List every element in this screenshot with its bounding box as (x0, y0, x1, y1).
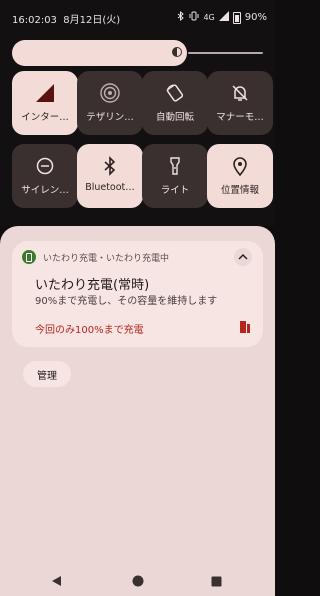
battery-percent: 90% (244, 12, 267, 23)
do-not-disturb-icon (12, 156, 78, 176)
tile-label: サイレン… (21, 185, 69, 196)
auto-rotate-icon (142, 83, 208, 103)
tile-label: インター… (21, 112, 69, 123)
battery-icon (232, 11, 241, 24)
notification-body: 90%まで充電し、その容量を維持します (35, 296, 218, 307)
location-icon (207, 156, 273, 176)
tile-label: マナーモ… (216, 112, 264, 123)
brightness-icon (172, 47, 182, 57)
tile-label: 位置情報 (220, 185, 259, 196)
navigation-bar (0, 560, 275, 596)
tile-location[interactable]: 位置情報 (207, 144, 273, 208)
brightness-slider[interactable] (12, 40, 187, 66)
tile-flashlight[interactable]: ライト (142, 144, 208, 208)
flashlight-icon (142, 156, 208, 176)
status-bar: 16:02:03 8月12日(火) 4G 90% (0, 0, 275, 34)
brightness-track[interactable] (188, 52, 263, 54)
recents-icon[interactable] (211, 572, 222, 591)
home-icon[interactable] (132, 572, 144, 591)
network-type: 4G (203, 13, 215, 22)
tile-label: テザリン… (86, 112, 134, 123)
bell-off-icon (207, 83, 273, 103)
bluetooth-icon (77, 156, 143, 176)
status-time: 16:02:03 (12, 15, 57, 26)
notification-app-line: いたわり充電・いたわり充電中 (43, 254, 170, 264)
tile-tethering[interactable]: テザリン… (77, 71, 143, 135)
tile-label: ライト (160, 185, 190, 196)
signal-icon (12, 83, 78, 103)
vibrate-icon (189, 11, 199, 24)
back-icon[interactable] (51, 572, 63, 591)
charge-to-100-action[interactable]: 今回のみ100%まで充電 (35, 321, 144, 336)
battery-charge-icon[interactable] (240, 319, 250, 338)
bluetooth-status-icon (177, 10, 185, 24)
status-date: 8月12日(火) (63, 15, 121, 26)
tile-label: 自動回転 (155, 112, 194, 123)
tile-auto-rotate[interactable]: 自動回転 (142, 71, 208, 135)
signal-icon (218, 11, 229, 24)
manage-button[interactable]: 管理 (23, 361, 71, 387)
tile-label: Bluetoot… (85, 182, 135, 193)
tile-silent[interactable]: サイレン… (12, 144, 78, 208)
tile-bluetooth[interactable]: Bluetoot… (77, 144, 143, 208)
collapse-chevron-icon[interactable] (234, 248, 252, 266)
battery-care-app-icon (22, 250, 36, 264)
tile-internet[interactable]: インター… (12, 71, 78, 135)
hotspot-icon (77, 83, 143, 103)
notification-title: いたわり充電(常時) (35, 278, 150, 293)
tile-manner-mode[interactable]: マナーモ… (207, 71, 273, 135)
